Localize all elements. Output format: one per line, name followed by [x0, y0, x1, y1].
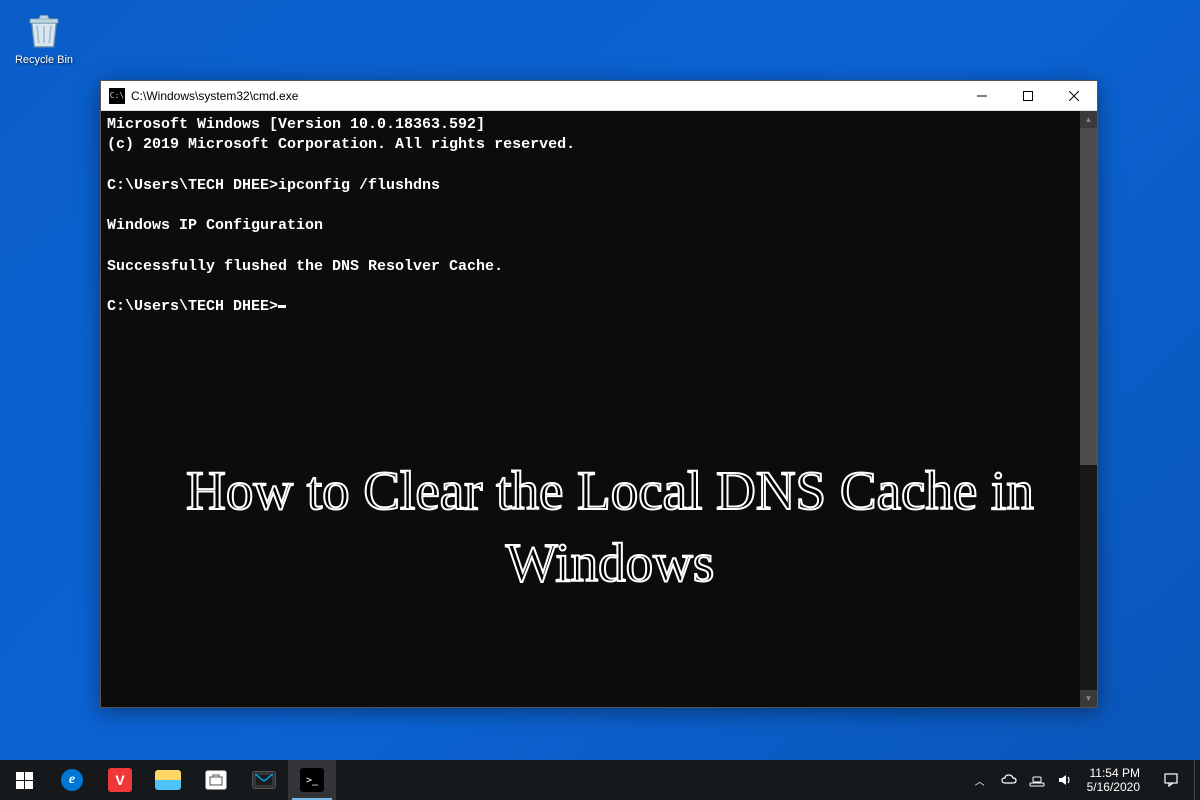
folder-icon	[155, 770, 181, 790]
speaker-icon	[1057, 772, 1073, 788]
close-icon	[1069, 91, 1079, 101]
recycle-bin-icon	[23, 10, 65, 52]
cursor	[278, 305, 286, 308]
edge-icon: e	[61, 769, 83, 791]
vivaldi-icon: V	[108, 768, 132, 792]
cmd-output[interactable]: Microsoft Windows [Version 10.0.18363.59…	[101, 111, 1080, 707]
taskbar-cmd[interactable]: >_	[288, 760, 336, 800]
scroll-down-button[interactable]: ▼	[1080, 690, 1097, 707]
clock-time: 11:54 PM	[1090, 766, 1140, 780]
cmd-copyright-line: (c) 2019 Microsoft Corporation. All righ…	[107, 135, 1074, 155]
taskbar-clock[interactable]: 11:54 PM 5/16/2020	[1079, 766, 1148, 795]
desktop-icon-recycle-bin[interactable]: Recycle Bin	[14, 10, 74, 66]
cmd-prompt2-line: C:\Users\TECH DHEE>	[107, 297, 1074, 317]
windows-icon	[16, 772, 33, 789]
minimize-button[interactable]	[959, 81, 1005, 110]
maximize-icon	[1023, 91, 1033, 101]
tray-onedrive[interactable]	[995, 760, 1023, 800]
wifi-icon	[1029, 772, 1045, 788]
window-title: C:\Windows\system32\cmd.exe	[131, 89, 959, 103]
system-tray: ︿ 11:54 PM 5/16/2020	[965, 760, 1200, 800]
cmd-prompt-line: C:\Users\TECH DHEE>ipconfig /flushdns	[107, 176, 1074, 196]
taskbar: e V >_ ︿	[0, 760, 1200, 800]
taskbar-edge[interactable]: e	[48, 760, 96, 800]
start-button[interactable]	[0, 760, 48, 800]
scroll-track[interactable]	[1080, 128, 1097, 690]
taskbar-store[interactable]	[192, 760, 240, 800]
store-icon	[205, 770, 227, 790]
taskbar-mail[interactable]	[240, 760, 288, 800]
maximize-button[interactable]	[1005, 81, 1051, 110]
recycle-bin-label: Recycle Bin	[15, 54, 73, 66]
notification-icon	[1163, 772, 1179, 788]
cmd-result-line: Successfully flushed the DNS Resolver Ca…	[107, 257, 1074, 277]
action-center-button[interactable]	[1148, 760, 1194, 800]
cmd-version-line: Microsoft Windows [Version 10.0.18363.59…	[107, 115, 1074, 135]
cmd-window: C:\ C:\Windows\system32\cmd.exe Microsof…	[100, 80, 1098, 708]
window-controls	[959, 81, 1097, 110]
taskbar-vivaldi[interactable]: V	[96, 760, 144, 800]
mail-icon	[252, 771, 276, 789]
tray-overflow-button[interactable]: ︿	[965, 760, 995, 800]
scrollbar[interactable]: ▲ ▼	[1080, 111, 1097, 707]
minimize-icon	[977, 91, 987, 101]
scroll-up-button[interactable]: ▲	[1080, 111, 1097, 128]
cloud-icon	[1001, 772, 1017, 788]
cmd-icon: >_	[300, 768, 324, 792]
cmd-title-icon: C:\	[109, 88, 125, 104]
show-desktop-button[interactable]	[1194, 760, 1200, 800]
tray-volume[interactable]	[1051, 760, 1079, 800]
title-bar[interactable]: C:\ C:\Windows\system32\cmd.exe	[101, 81, 1097, 111]
clock-date: 5/16/2020	[1087, 780, 1140, 794]
scroll-thumb[interactable]	[1080, 128, 1097, 465]
chevron-up-icon: ︿	[975, 773, 985, 788]
cmd-body: Microsoft Windows [Version 10.0.18363.59…	[101, 111, 1097, 707]
cmd-heading-line: Windows IP Configuration	[107, 216, 1074, 236]
taskbar-left: e V >_	[0, 760, 336, 800]
close-button[interactable]	[1051, 81, 1097, 110]
taskbar-explorer[interactable]	[144, 760, 192, 800]
tray-network[interactable]	[1023, 760, 1051, 800]
